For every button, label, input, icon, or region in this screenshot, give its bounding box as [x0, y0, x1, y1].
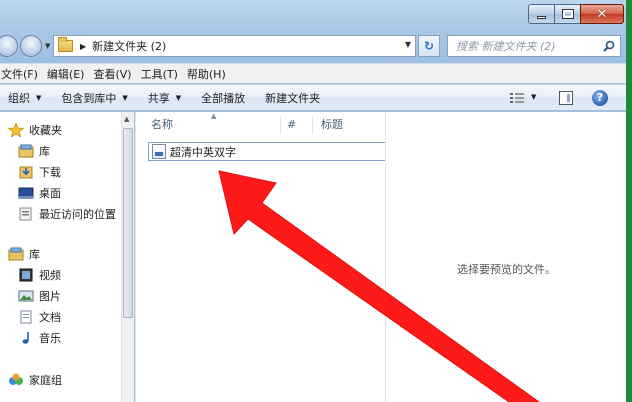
homegroup-icon	[9, 373, 23, 385]
back-button[interactable]	[0, 35, 18, 57]
sidebar-item-documents[interactable]: 文档	[18, 307, 61, 327]
forward-button[interactable]	[20, 35, 42, 57]
chevron-down-icon: ▼	[36, 93, 42, 102]
command-bar: 组织 ▼ 包含到库中 ▼ 共享 ▼ 全部播放 新建文件夹 ▼ ?	[0, 84, 626, 111]
breadcrumb-arrow-icon[interactable]: ▶	[80, 42, 86, 51]
sidebar-item-desktop[interactable]: 桌面	[18, 183, 61, 203]
library-icon	[18, 144, 34, 158]
navigation-bar: ▼ ▶ 新建文件夹 (2) ▼ ↻ 搜索 新建文件夹 (2)	[0, 34, 632, 58]
folder-icon	[58, 37, 73, 52]
organize-button[interactable]: 组织 ▼	[0, 90, 51, 106]
desktop-icon	[18, 187, 34, 199]
sidebar-item-library[interactable]: 库	[18, 141, 50, 161]
sidebar-item-homegroup[interactable]: 家庭组	[8, 370, 62, 390]
menu-edit[interactable]: 编辑(E)	[45, 66, 92, 82]
maximize-button[interactable]	[554, 4, 580, 24]
column-header-name[interactable]: 名称	[151, 112, 173, 136]
sidebar-item-recent-places[interactable]: 最近访问的位置	[18, 204, 116, 224]
column-header-number[interactable]: #	[287, 112, 296, 136]
sidebar-item-label: 库	[39, 145, 50, 158]
sort-ascending-icon: ▲	[211, 112, 217, 120]
sidebar-item-label: 文档	[39, 311, 61, 324]
play-all-button[interactable]: 全部播放	[191, 90, 255, 106]
menu-bar: 文件(F) 编辑(E) 查看(V) 工具(T) 帮助(H)	[0, 63, 626, 83]
menu-file[interactable]: 文件(F)	[0, 66, 45, 82]
video-icon	[19, 268, 33, 282]
window-edge	[626, 0, 632, 402]
sidebar-item-pictures[interactable]: 图片	[18, 286, 61, 306]
chevron-down-icon: ▼	[175, 93, 182, 102]
sidebar-item-label: 最近访问的位置	[39, 208, 116, 221]
sidebar-item-label: 库	[29, 248, 40, 261]
sidebar-item-videos[interactable]: 视频	[18, 265, 61, 285]
sidebar-item-downloads[interactable]: 下载	[18, 162, 61, 182]
sidebar-item-label: 家庭组	[29, 374, 62, 387]
help-icon[interactable]: ?	[592, 90, 608, 106]
recent-places-icon	[19, 207, 32, 221]
column-header-title[interactable]: 标题	[321, 112, 343, 136]
scrollbar-thumb[interactable]	[123, 128, 133, 318]
share-button[interactable]: 共享 ▼	[138, 90, 191, 106]
menu-view[interactable]: 查看(V)	[91, 66, 138, 82]
address-bar[interactable]: ▶ 新建文件夹 (2) ▼	[53, 35, 416, 57]
preview-pane: 选择要预览的文件。	[385, 112, 626, 402]
chevron-down-icon: ▼	[122, 93, 128, 102]
video-file-icon	[152, 144, 166, 159]
sidebar-item-music[interactable]: 音乐	[18, 328, 61, 348]
refresh-icon: ↻	[423, 39, 435, 53]
sidebar-item-favorites[interactable]: 收藏夹	[8, 120, 62, 140]
file-list-pane: ▲ 名称 # 标题 超清中英双字	[135, 112, 386, 402]
navigation-pane: 收藏夹 库 下载 桌面 最近访问的位置 库 视频 图片 文档 音乐 家庭组	[0, 112, 121, 402]
sidebar-item-label: 下载	[39, 166, 61, 179]
menu-help[interactable]: 帮助(H)	[185, 66, 233, 82]
pictures-icon	[18, 290, 34, 302]
search-input[interactable]: 搜索 新建文件夹 (2)	[447, 35, 621, 57]
documents-icon	[20, 310, 32, 324]
organize-label: 组织	[8, 91, 30, 105]
sidebar-item-libraries[interactable]: 库	[8, 244, 40, 264]
preview-pane-toggle-icon[interactable]	[559, 91, 573, 105]
view-options-icon[interactable]	[510, 93, 524, 103]
column-divider[interactable]	[280, 116, 281, 134]
sidebar-item-label: 桌面	[39, 187, 61, 200]
close-icon: ✕	[596, 6, 608, 22]
view-dropdown-icon[interactable]: ▼	[531, 93, 536, 101]
library-icon	[8, 247, 24, 261]
explorer-window: ✕ ▼ ▶ 新建文件夹 (2) ▼ ↻ 搜索 新建文件夹 (2) 文件(F) 编…	[0, 0, 632, 402]
new-folder-button[interactable]: 新建文件夹	[255, 90, 330, 106]
maximize-icon	[561, 9, 574, 19]
file-row[interactable]: 超清中英双字	[148, 142, 386, 161]
refresh-button[interactable]: ↻	[418, 35, 440, 57]
sidebar-item-label: 收藏夹	[29, 124, 62, 137]
column-divider[interactable]	[312, 116, 313, 134]
include-library-label: 包含到库中	[61, 91, 117, 105]
preview-empty-message: 选择要预览的文件。	[457, 263, 556, 276]
file-name: 超清中英双字	[170, 145, 236, 159]
downloads-icon	[19, 166, 33, 179]
search-placeholder: 搜索 新建文件夹 (2)	[456, 40, 556, 53]
window-caption-buttons: ✕	[528, 4, 624, 24]
address-dropdown-icon[interactable]: ▼	[405, 40, 411, 49]
recent-pages-dropdown-icon[interactable]: ▼	[45, 42, 50, 50]
close-button[interactable]: ✕	[580, 4, 624, 24]
menu-tools[interactable]: 工具(T)	[139, 66, 185, 82]
sidebar-item-label: 视频	[39, 269, 61, 282]
star-icon	[8, 123, 24, 137]
breadcrumb-current-folder[interactable]: 新建文件夹 (2)	[92, 38, 166, 54]
scroll-up-icon[interactable]: ▲	[124, 115, 129, 123]
share-label: 共享	[147, 91, 170, 105]
music-icon	[22, 332, 29, 344]
navigation-scrollbar[interactable]: ▲	[121, 112, 134, 402]
minimize-icon	[537, 15, 546, 19]
minimize-button[interactable]	[528, 4, 554, 24]
include-in-library-button[interactable]: 包含到库中 ▼	[51, 90, 137, 106]
sidebar-item-label: 图片	[39, 290, 61, 303]
sidebar-item-label: 音乐	[39, 332, 61, 345]
search-icon[interactable]	[603, 40, 615, 52]
